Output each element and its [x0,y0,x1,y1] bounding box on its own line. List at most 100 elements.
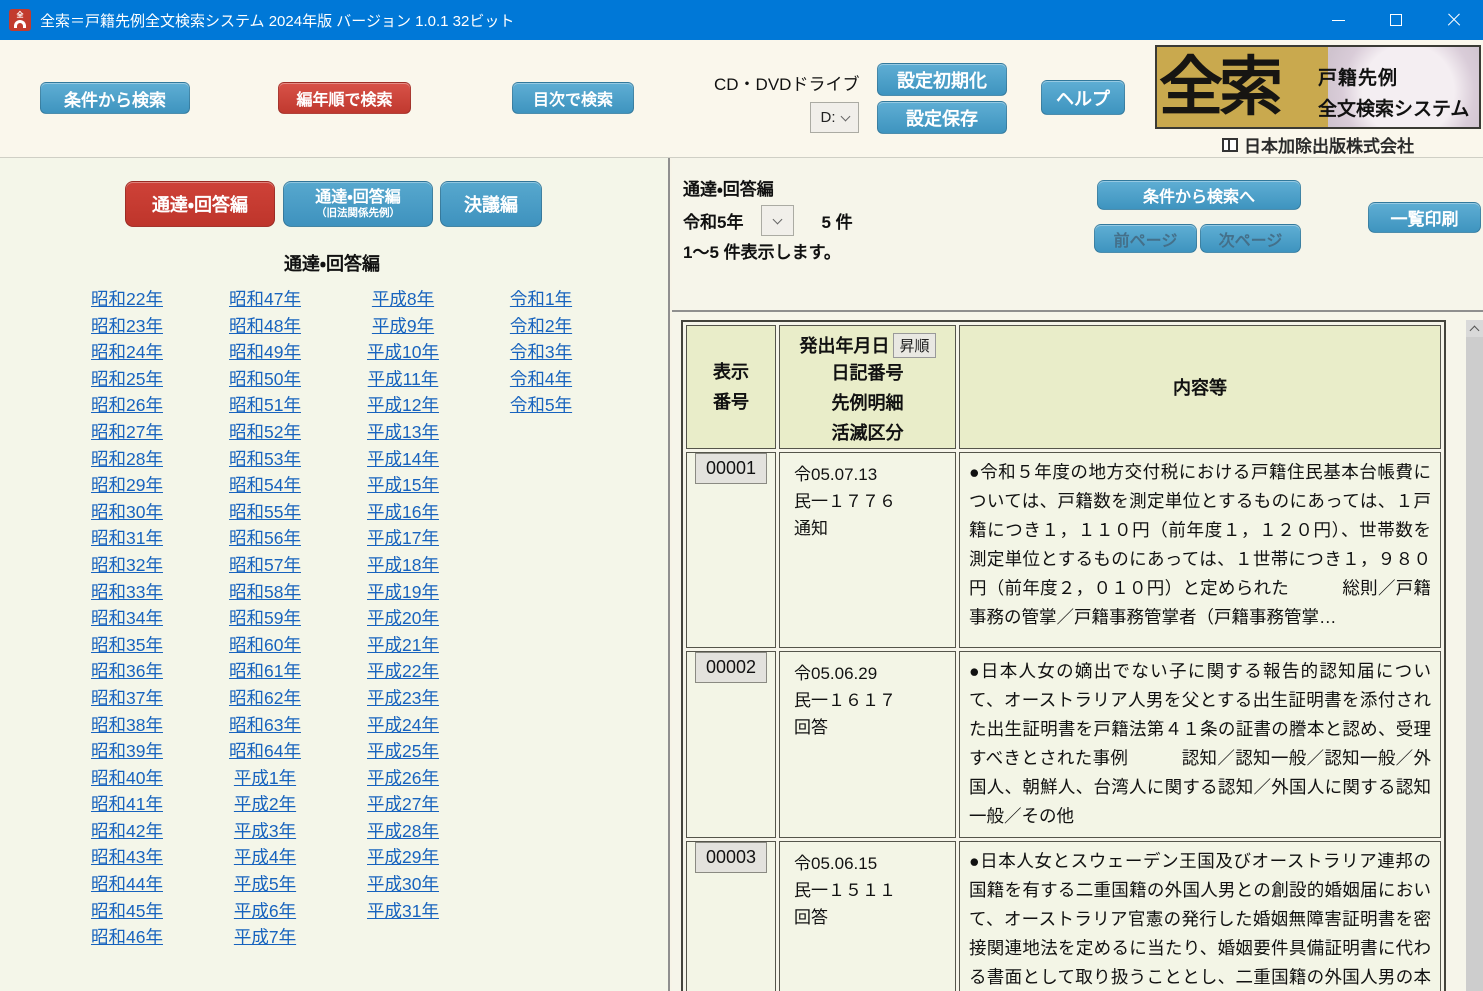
year-link[interactable]: 昭和46年 [91,924,163,951]
year-link[interactable]: 平成6年 [234,898,296,925]
year-link[interactable]: 昭和51年 [229,392,301,419]
year-link[interactable]: 平成28年 [367,818,439,845]
year-link[interactable]: 昭和22年 [91,286,163,313]
year-link[interactable]: 平成7年 [234,924,296,951]
minimize-button[interactable] [1309,0,1367,40]
row-number-button[interactable]: 00002 [695,652,767,683]
year-link[interactable]: 昭和25年 [91,366,163,393]
year-link[interactable]: 昭和43年 [91,844,163,871]
help-button[interactable]: ヘルプ [1041,80,1125,115]
year-link[interactable]: 令和4年 [510,366,572,393]
year-link[interactable]: 平成9年 [372,313,434,340]
year-link[interactable]: 平成11年 [368,366,439,393]
year-link[interactable]: 令和5年 [510,392,572,419]
year-link[interactable]: 平成17年 [367,525,439,552]
year-link[interactable]: 昭和44年 [91,871,163,898]
year-link[interactable]: 昭和64年 [229,738,301,765]
year-link[interactable]: 昭和63年 [229,712,301,739]
year-link[interactable]: 昭和28年 [91,446,163,473]
year-link[interactable]: 昭和29年 [91,472,163,499]
year-link[interactable]: 昭和23年 [91,313,163,340]
year-link[interactable]: 昭和54年 [229,472,301,499]
year-link[interactable]: 昭和38年 [91,712,163,739]
year-link[interactable]: 昭和57年 [229,552,301,579]
year-link[interactable]: 昭和59年 [229,605,301,632]
year-link[interactable]: 昭和45年 [91,898,163,925]
year-link[interactable]: 令和2年 [510,313,572,340]
year-link[interactable]: 昭和49年 [229,339,301,366]
year-link[interactable]: 平成8年 [372,286,434,313]
scroll-up-button[interactable] [1466,320,1483,337]
year-link[interactable]: 昭和48年 [229,313,301,340]
tab-tsutatsu-kaito[interactable]: 通達・回答編 [125,181,275,227]
row-number-button[interactable]: 00001 [695,453,767,484]
year-link[interactable]: 平成25年 [367,738,439,765]
year-link[interactable]: 平成3年 [234,818,296,845]
year-link[interactable]: 平成18年 [367,552,439,579]
row-number-button[interactable]: 00003 [695,842,767,873]
next-page-button[interactable]: 次ページ [1200,224,1301,253]
tab-ketsugi[interactable]: 決議編 [440,181,542,227]
year-link[interactable]: 平成23年 [367,685,439,712]
year-link[interactable]: 平成4年 [234,844,296,871]
year-link[interactable]: 昭和40年 [91,765,163,792]
year-link[interactable]: 平成12年 [367,392,439,419]
year-link[interactable]: 昭和36年 [91,658,163,685]
year-link[interactable]: 昭和26年 [91,392,163,419]
year-link[interactable]: 昭和42年 [91,818,163,845]
year-link[interactable]: 平成24年 [367,712,439,739]
reset-settings-button[interactable]: 設定初期化 [877,63,1007,96]
maximize-button[interactable] [1367,0,1425,40]
print-list-button[interactable]: 一覧印刷 [1368,202,1481,233]
year-link[interactable]: 平成10年 [367,339,439,366]
save-settings-button[interactable]: 設定保存 [877,101,1007,134]
year-link[interactable]: 平成19年 [367,579,439,606]
year-link[interactable]: 昭和37年 [91,685,163,712]
year-link[interactable]: 令和3年 [510,339,572,366]
year-select-dropdown[interactable] [761,205,794,236]
year-link[interactable]: 平成16年 [367,499,439,526]
year-link[interactable]: 昭和24年 [91,339,163,366]
year-link[interactable]: 昭和53年 [229,446,301,473]
year-link[interactable]: 昭和58年 [229,579,301,606]
year-link[interactable]: 昭和61年 [229,658,301,685]
year-link[interactable]: 平成5年 [234,871,296,898]
year-link[interactable]: 平成20年 [367,605,439,632]
year-link[interactable]: 昭和35年 [91,632,163,659]
search-by-toc-button[interactable]: 目次で検索 [512,82,634,114]
close-button[interactable] [1425,0,1483,40]
year-link[interactable]: 平成31年 [367,898,439,925]
year-link[interactable]: 平成1年 [234,765,296,792]
year-link[interactable]: 昭和55年 [229,499,301,526]
year-link[interactable]: 平成15年 [367,472,439,499]
year-link[interactable]: 昭和31年 [91,525,163,552]
year-link[interactable]: 令和1年 [510,286,572,313]
year-link[interactable]: 昭和60年 [229,632,301,659]
year-link[interactable]: 昭和33年 [91,579,163,606]
year-link[interactable]: 平成29年 [367,844,439,871]
year-link[interactable]: 平成2年 [234,791,296,818]
tab-tsutatsu-kaito-old-law[interactable]: 通達・回答編 （旧法関係先例） [283,181,433,227]
year-link[interactable]: 平成26年 [367,765,439,792]
year-link[interactable]: 昭和30年 [91,499,163,526]
search-chronological-button[interactable]: 編年順で検索 [278,82,411,114]
year-link[interactable]: 平成13年 [367,419,439,446]
year-link[interactable]: 平成30年 [367,871,439,898]
to-condition-search-button[interactable]: 条件から検索へ [1097,180,1301,210]
year-link[interactable]: 平成22年 [367,658,439,685]
year-link[interactable]: 平成14年 [367,446,439,473]
year-link[interactable]: 平成27年 [367,791,439,818]
year-link[interactable]: 昭和62年 [229,685,301,712]
year-link[interactable]: 昭和56年 [229,525,301,552]
year-link[interactable]: 昭和27年 [91,419,163,446]
year-link[interactable]: 昭和41年 [91,791,163,818]
prev-page-button[interactable]: 前ページ [1094,224,1197,253]
sort-ascending-button[interactable]: 昇順 [893,333,935,358]
year-link[interactable]: 昭和47年 [229,286,301,313]
drive-select[interactable]: D: [810,102,859,133]
year-link[interactable]: 昭和50年 [229,366,301,393]
year-link[interactable]: 昭和52年 [229,419,301,446]
search-by-condition-button[interactable]: 条件から検索 [40,82,190,114]
year-link[interactable]: 昭和32年 [91,552,163,579]
year-link[interactable]: 昭和34年 [91,605,163,632]
